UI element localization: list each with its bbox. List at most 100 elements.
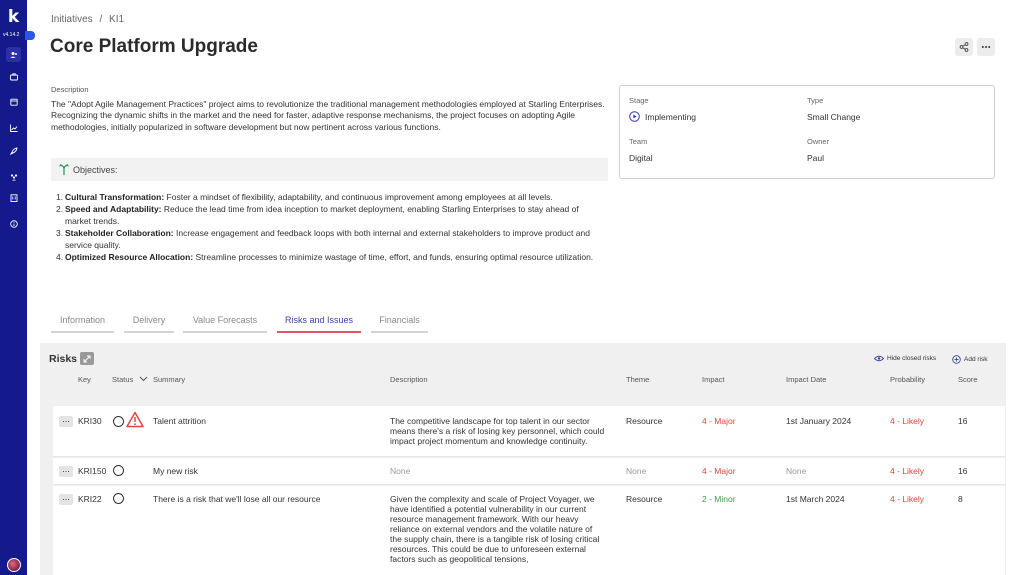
- objective-heading: Stakeholder Collaboration:: [65, 228, 174, 239]
- branch-icon: [59, 164, 69, 175]
- risk-description: Given the complexity and scale of Projec…: [390, 494, 600, 564]
- risk-theme: Resource: [626, 494, 663, 504]
- breadcrumb-initiatives[interactable]: Initiatives: [51, 14, 93, 25]
- risk-impact: 4 - Major: [702, 466, 736, 476]
- column-header-probability[interactable]: Probability: [890, 375, 925, 384]
- stage-value: Implementing: [645, 112, 697, 122]
- objectives-list: 1. Cultural Transformation: Foster a mind…: [56, 192, 596, 264]
- risk-probability: 4 - Likely: [890, 466, 925, 476]
- risk-theme: Resource: [626, 416, 663, 426]
- column-header-impact[interactable]: Impact: [702, 375, 725, 384]
- status-toggle[interactable]: [113, 465, 124, 476]
- objective-heading: Speed and Adaptability:: [65, 204, 162, 215]
- page-title: Core Platform Upgrade: [50, 36, 258, 57]
- user-avatar[interactable]: [7, 558, 21, 572]
- risk-impact-date: 1st March 2024: [786, 494, 845, 504]
- risk-theme: None: [626, 466, 647, 476]
- column-header-score[interactable]: Score: [958, 375, 978, 384]
- risk-probability: 4 - Likely: [890, 416, 925, 426]
- type-label: Type: [807, 96, 824, 105]
- share-button[interactable]: [955, 38, 973, 56]
- risk-impact: 2 - Minor: [702, 494, 736, 504]
- risk-key[interactable]: KRI150: [78, 466, 106, 476]
- row-menu-button[interactable]: ...: [59, 493, 73, 505]
- info-icon: [9, 219, 18, 228]
- risk-summary[interactable]: My new risk: [153, 466, 198, 476]
- risk-key[interactable]: KRI30: [78, 416, 102, 426]
- version-badge: v4.14.2: [3, 31, 35, 40]
- version-pill: [25, 31, 35, 40]
- tab-financials[interactable]: Financials: [371, 314, 428, 333]
- users-icon: [10, 51, 17, 58]
- nav-help[interactable]: [6, 216, 21, 231]
- objective-number: 1.: [56, 192, 64, 202]
- nav-initiatives[interactable]: [6, 47, 21, 62]
- chevron-down-icon[interactable]: [139, 376, 148, 382]
- plus-circle-icon: [952, 355, 961, 364]
- row-menu-button[interactable]: ...: [59, 415, 73, 427]
- objective-number: 2.: [56, 204, 64, 215]
- objectives-header: Objectives:: [51, 158, 608, 181]
- nav-calendar[interactable]: [6, 94, 21, 109]
- column-header-key[interactable]: Key: [78, 375, 91, 384]
- nav-teams[interactable]: [6, 169, 21, 184]
- nav-organisation[interactable]: [6, 190, 21, 205]
- share-icon: [959, 42, 969, 52]
- description-label: Description: [51, 85, 89, 94]
- building-icon: [10, 193, 17, 202]
- risk-probability: 4 - Likely: [890, 494, 925, 504]
- column-header-summary[interactable]: Summary: [153, 375, 185, 384]
- team-value: Digital: [629, 153, 653, 163]
- expand-button[interactable]: [80, 352, 94, 365]
- tab-risks-and-issues[interactable]: Risks and Issues: [277, 314, 361, 333]
- breadcrumb: Initiatives / KI1: [51, 14, 128, 25]
- risk-description: The competitive landscape for top talent…: [390, 416, 605, 446]
- column-header-description[interactable]: Description: [390, 375, 428, 384]
- owner-label: Owner: [807, 137, 830, 146]
- risk-impact: 4 - Major: [702, 416, 736, 426]
- nav-launch[interactable]: [6, 143, 21, 158]
- app-logo[interactable]: k: [5, 8, 22, 27]
- risk-key[interactable]: KRI22: [78, 494, 102, 504]
- tab-delivery[interactable]: Delivery: [124, 314, 174, 333]
- table-row[interactable]: ... KRI150 My new risk None None 4 - Maj…: [53, 458, 1005, 485]
- chart-icon: [9, 124, 17, 132]
- info-card: Stage Implementing Type Small Change Tea…: [619, 85, 995, 179]
- objective-body: Streamline processes to minimize wastage…: [193, 252, 594, 263]
- risks-title: Risks: [49, 353, 78, 365]
- objective-body: Foster a mindset of flexibility, adaptab…: [164, 192, 553, 202]
- description-text: The "Adopt Agile Management Practices" p…: [51, 99, 605, 132]
- risk-description: None: [390, 466, 411, 476]
- type-value: Small Change: [807, 112, 861, 122]
- status-toggle[interactable]: [113, 493, 124, 504]
- tab-information[interactable]: Information: [51, 314, 114, 333]
- rocket-icon: [9, 146, 18, 155]
- risk-summary[interactable]: Talent attrition: [153, 416, 206, 426]
- risk-summary[interactable]: There is a risk that we'll lose all our …: [153, 494, 320, 504]
- table-row[interactable]: ... KRI22 There is a risk that we'll los…: [53, 486, 1005, 575]
- objective-heading: Cultural Transformation:: [65, 192, 165, 202]
- column-header-impact-date[interactable]: Impact Date: [786, 375, 826, 384]
- objective-heading: Optimized Resource Allocation:: [65, 252, 194, 263]
- breadcrumb-separator: /: [99, 14, 103, 25]
- briefcase-icon: [9, 72, 18, 80]
- eye-icon: [874, 355, 884, 362]
- more-icon: [981, 46, 991, 48]
- hide-closed-risks-button[interactable]: Hide closed risks: [874, 355, 936, 362]
- nav-portfolio[interactable]: [6, 69, 21, 84]
- status-toggle[interactable]: [113, 416, 124, 427]
- column-header-theme[interactable]: Theme: [626, 375, 649, 384]
- risks-panel: Risks Hide closed risks Add risk Key Sta…: [40, 343, 1006, 575]
- objective-item: 3. Stakeholder Collaboration: Increase en…: [56, 228, 596, 251]
- add-risk-label: Add risk: [964, 356, 988, 363]
- objective-item: 4. Optimized Resource Allocation: Streaml…: [56, 252, 596, 263]
- more-options-button[interactable]: [977, 38, 995, 56]
- add-risk-button[interactable]: Add risk: [952, 355, 987, 364]
- play-circle-icon: [629, 111, 640, 122]
- column-header-status[interactable]: Status: [112, 375, 133, 384]
- row-menu-button[interactable]: ...: [59, 465, 73, 477]
- table-row[interactable]: ... KRI30 Talent attrition The competiti…: [53, 406, 1005, 457]
- tab-value-forecasts[interactable]: Value Forecasts: [183, 314, 267, 333]
- nav-reports[interactable]: [6, 120, 21, 135]
- risk-score: 16: [958, 466, 968, 476]
